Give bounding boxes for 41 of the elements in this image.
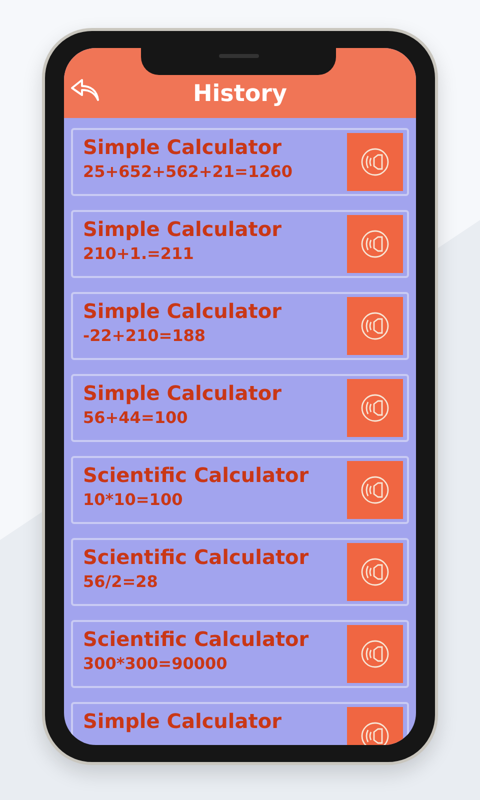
calculation-text: 56+44=100 (83, 408, 189, 428)
back-arrow-icon (70, 78, 100, 102)
calculator-name: Simple Calculator (83, 709, 282, 733)
calculation-text: 210+1.=211 (83, 244, 195, 264)
speak-button[interactable] (347, 461, 403, 519)
speaker-icon (360, 147, 390, 177)
history-item[interactable]: Simple Calculator 210+1.=211 (71, 210, 409, 278)
history-item[interactable]: Scientific Calculator 10*10=100 (71, 456, 409, 524)
speak-button[interactable] (347, 297, 403, 355)
speak-button[interactable] (347, 625, 403, 683)
history-item[interactable]: Scientific Calculator 300*300=90000 (71, 620, 409, 688)
history-item[interactable]: Scientific Calculator 56/2=28 (71, 538, 409, 606)
screen-title: History (193, 81, 287, 107)
speaker-icon (360, 229, 390, 259)
speaker-icon (360, 721, 390, 745)
speaker-icon (360, 311, 390, 341)
calculation-text: 10*10=100 (83, 490, 184, 510)
calculator-name: Scientific Calculator (83, 463, 309, 487)
calculator-name: Simple Calculator (83, 135, 282, 159)
calculator-name: Simple Calculator (83, 381, 282, 405)
calculation-text: 25+652+562+21=1260 (83, 162, 292, 182)
history-item[interactable]: Simple Calculator 56+44=100 (71, 374, 409, 442)
speaker-icon (360, 393, 390, 423)
speak-button[interactable] (347, 215, 403, 273)
calculator-name: Simple Calculator (83, 217, 282, 241)
back-button[interactable] (70, 78, 100, 102)
history-item[interactable]: Simple Calculator 25+652+562+21=1260 (71, 128, 409, 196)
history-item[interactable]: Simple Calculator (71, 702, 409, 745)
calculation-text: 56/2=28 (83, 572, 159, 592)
speak-button[interactable] (347, 379, 403, 437)
calculation-text: 300*300=90000 (83, 654, 228, 674)
calculator-name: Simple Calculator (83, 299, 282, 323)
speaker-icon (360, 475, 390, 505)
speaker-icon (360, 639, 390, 669)
calculation-text: -22+210=188 (83, 326, 207, 346)
speak-button[interactable] (347, 133, 403, 191)
calculator-name: Scientific Calculator (83, 627, 309, 651)
calculator-name: Scientific Calculator (83, 545, 309, 569)
speak-button[interactable] (347, 543, 403, 601)
history-item[interactable]: Simple Calculator -22+210=188 (71, 292, 409, 360)
speaker-icon (360, 557, 390, 587)
